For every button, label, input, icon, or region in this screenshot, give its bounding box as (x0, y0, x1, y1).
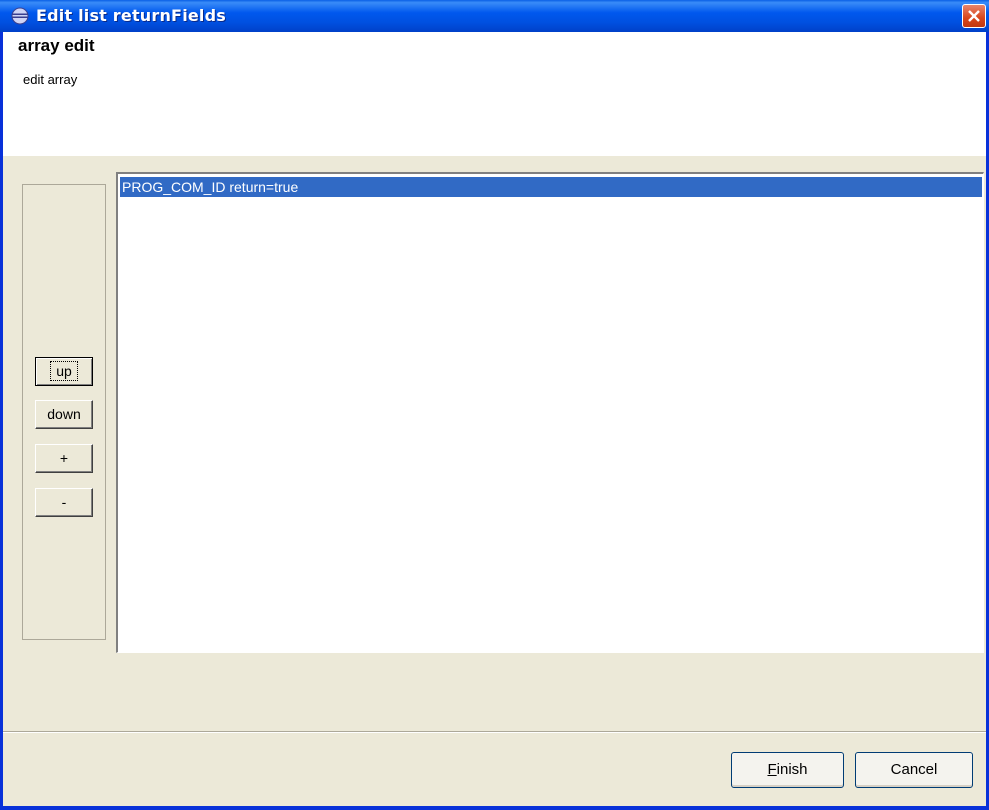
wizard-header (3, 32, 986, 156)
dialog-window: Edit list returnFields array edit edit a… (0, 0, 989, 810)
page-title: array edit (18, 36, 95, 55)
cancel-button[interactable]: Cancel (855, 752, 973, 788)
footer-divider (3, 731, 986, 733)
window-title: Edit list returnFields (36, 6, 226, 25)
list-item[interactable]: PROG_COM_ID return=true (120, 177, 982, 197)
eclipse-icon (11, 7, 29, 25)
add-button[interactable]: + (35, 444, 93, 473)
title-bar[interactable]: Edit list returnFields (0, 0, 989, 32)
up-button[interactable]: up (35, 357, 93, 386)
close-icon (968, 10, 980, 22)
close-button[interactable] (962, 4, 986, 28)
finish-button[interactable]: Finish (731, 752, 844, 788)
array-list[interactable]: PROG_COM_ID return=true (116, 172, 984, 653)
down-button[interactable]: down (35, 400, 93, 429)
button-panel: up down + - (22, 184, 106, 640)
remove-button[interactable]: - (35, 488, 93, 517)
page-description: edit array (23, 72, 78, 87)
